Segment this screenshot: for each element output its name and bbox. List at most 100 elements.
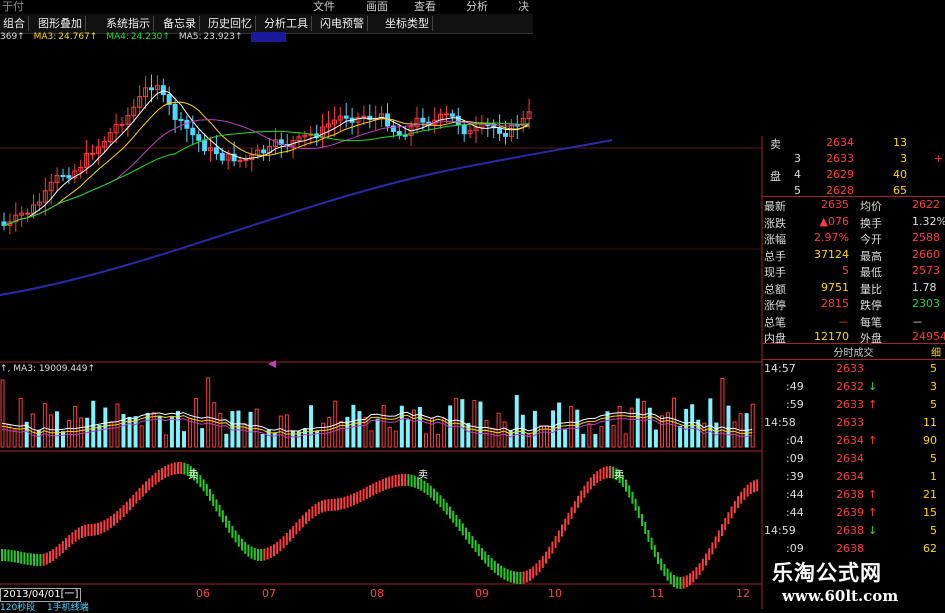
volume-bar (720, 378, 725, 448)
order-book-price: 2633 (826, 152, 854, 165)
tick-volume: 5 (930, 524, 937, 537)
month-label: 09 (475, 587, 489, 600)
tick-arrow: ↑ (868, 488, 878, 501)
stat-value: 2573 (912, 264, 940, 277)
stat-label: 涨跌 (764, 216, 786, 230)
ticks-header[interactable]: 分时成交 细 (762, 343, 945, 360)
volume-bar (659, 415, 664, 448)
tick-price: 2633 (836, 416, 864, 429)
candle-body (449, 113, 455, 117)
volume-bar (163, 434, 168, 448)
quote-stat-row: 总手 37124 最高 2660 (762, 248, 945, 265)
stat-value: 2815 (821, 297, 849, 310)
candle-body (213, 147, 219, 155)
tick-volume: 5 (930, 398, 937, 411)
quote-stat-row: 涨停 2815 跌停 2303 (762, 297, 945, 314)
volume-bar (405, 419, 410, 448)
order-book-change: + (933, 152, 943, 165)
stat-label: 今开 (860, 233, 882, 246)
candle-body (178, 118, 184, 121)
volume-ma-value: 19009.449↑ (38, 364, 96, 374)
pane-marker-icon (268, 360, 276, 368)
volume-bar (0, 379, 5, 448)
volume-bar (254, 408, 259, 448)
candle-body (219, 153, 225, 161)
volume-bar (381, 404, 386, 448)
volume-bar (399, 405, 404, 448)
volume-bar (139, 425, 144, 448)
quote-stat-row: 涨幅 2.97% 今开 2588 (762, 231, 945, 248)
volume-ma-label: MA3: (13, 364, 36, 374)
volume-bars (0, 377, 755, 448)
volume-bar (708, 398, 713, 448)
site-watermark: 乐淘公式网 www.60lt.com (768, 555, 945, 609)
volume-ma-legend: ↑, MA3: 19009.449↑ (0, 364, 96, 374)
candle-body (202, 139, 208, 152)
tick-row: :59 2633 ↑ 5 (762, 398, 945, 415)
volume-bar (442, 418, 447, 448)
volume-bar (563, 429, 568, 448)
volume-bar (200, 428, 205, 448)
stat-value: ▲076 (819, 214, 849, 228)
candle-body (196, 134, 202, 141)
stat-label: 均价 (860, 200, 882, 213)
volume-bar (678, 425, 683, 448)
tick-row: :39 2634 1 (762, 470, 945, 487)
tick-time: 14:59 (764, 524, 796, 537)
stat-label: 现手 (764, 266, 786, 279)
volume-bar (127, 416, 132, 448)
volume-bar (417, 406, 422, 448)
ma-long-line (0, 139, 613, 296)
stat-value: 24954 (912, 330, 945, 343)
stat-value: 2588 (912, 231, 940, 244)
volume-bar (641, 400, 646, 448)
tick-row: :09 2634 5 (762, 452, 945, 469)
volume-bar (357, 411, 362, 448)
candle-body (461, 124, 467, 135)
tick-price: 2633 (836, 398, 864, 411)
volume-bar (67, 420, 72, 448)
tick-time: :04 (786, 434, 804, 447)
ticks-detail-tab[interactable]: 细 (931, 344, 941, 359)
volume-bar (272, 432, 277, 448)
tick-row: :44 2638 ↑ 21 (762, 488, 945, 505)
tick-row: 14:58 2633 11 (762, 416, 945, 433)
tick-arrow: ↑ (868, 398, 878, 411)
candle-body (60, 175, 66, 178)
candle-body (261, 149, 267, 154)
tick-time: :09 (786, 452, 804, 465)
volume-bar (369, 430, 374, 448)
stat-label: 涨停 (764, 299, 786, 312)
candle-body (343, 115, 349, 119)
stat-value: 12170 (814, 330, 849, 343)
tick-price: 2634 (836, 452, 864, 465)
volume-bar (611, 424, 616, 448)
month-label: 07 (262, 587, 276, 600)
candle-body (25, 212, 31, 215)
volume-bar (436, 433, 441, 448)
volume-bar (42, 403, 47, 448)
tick-arrow: ↑ (868, 506, 878, 519)
volume-bar (424, 433, 428, 448)
volume-bar (182, 431, 186, 448)
month-label: 08 (370, 587, 384, 600)
order-book-volume: 3 (900, 152, 907, 165)
stat-label: 总额 (764, 282, 786, 296)
tick-volume: 5 (930, 452, 937, 465)
tick-time: :49 (786, 380, 804, 393)
tick-price: 2639 (836, 506, 864, 519)
volume-bar (248, 411, 253, 448)
tick-price: 2633 (836, 362, 864, 375)
candle-body (444, 113, 449, 116)
stat-value: － (838, 315, 849, 329)
tick-price: 2638 (836, 488, 864, 501)
tick-time: 14:58 (764, 416, 796, 429)
quote-stat-row: 最新 2635 均价 2622 (762, 198, 945, 215)
month-label: 12 (736, 587, 750, 600)
quote-stat-row: 总笔 － 每笔 － (762, 314, 945, 331)
stat-value: 2622 (912, 198, 940, 211)
volume-bar (12, 429, 17, 448)
volume-bar (115, 403, 120, 448)
volume-bar (157, 415, 162, 448)
stat-value: 1.32% (912, 214, 945, 228)
